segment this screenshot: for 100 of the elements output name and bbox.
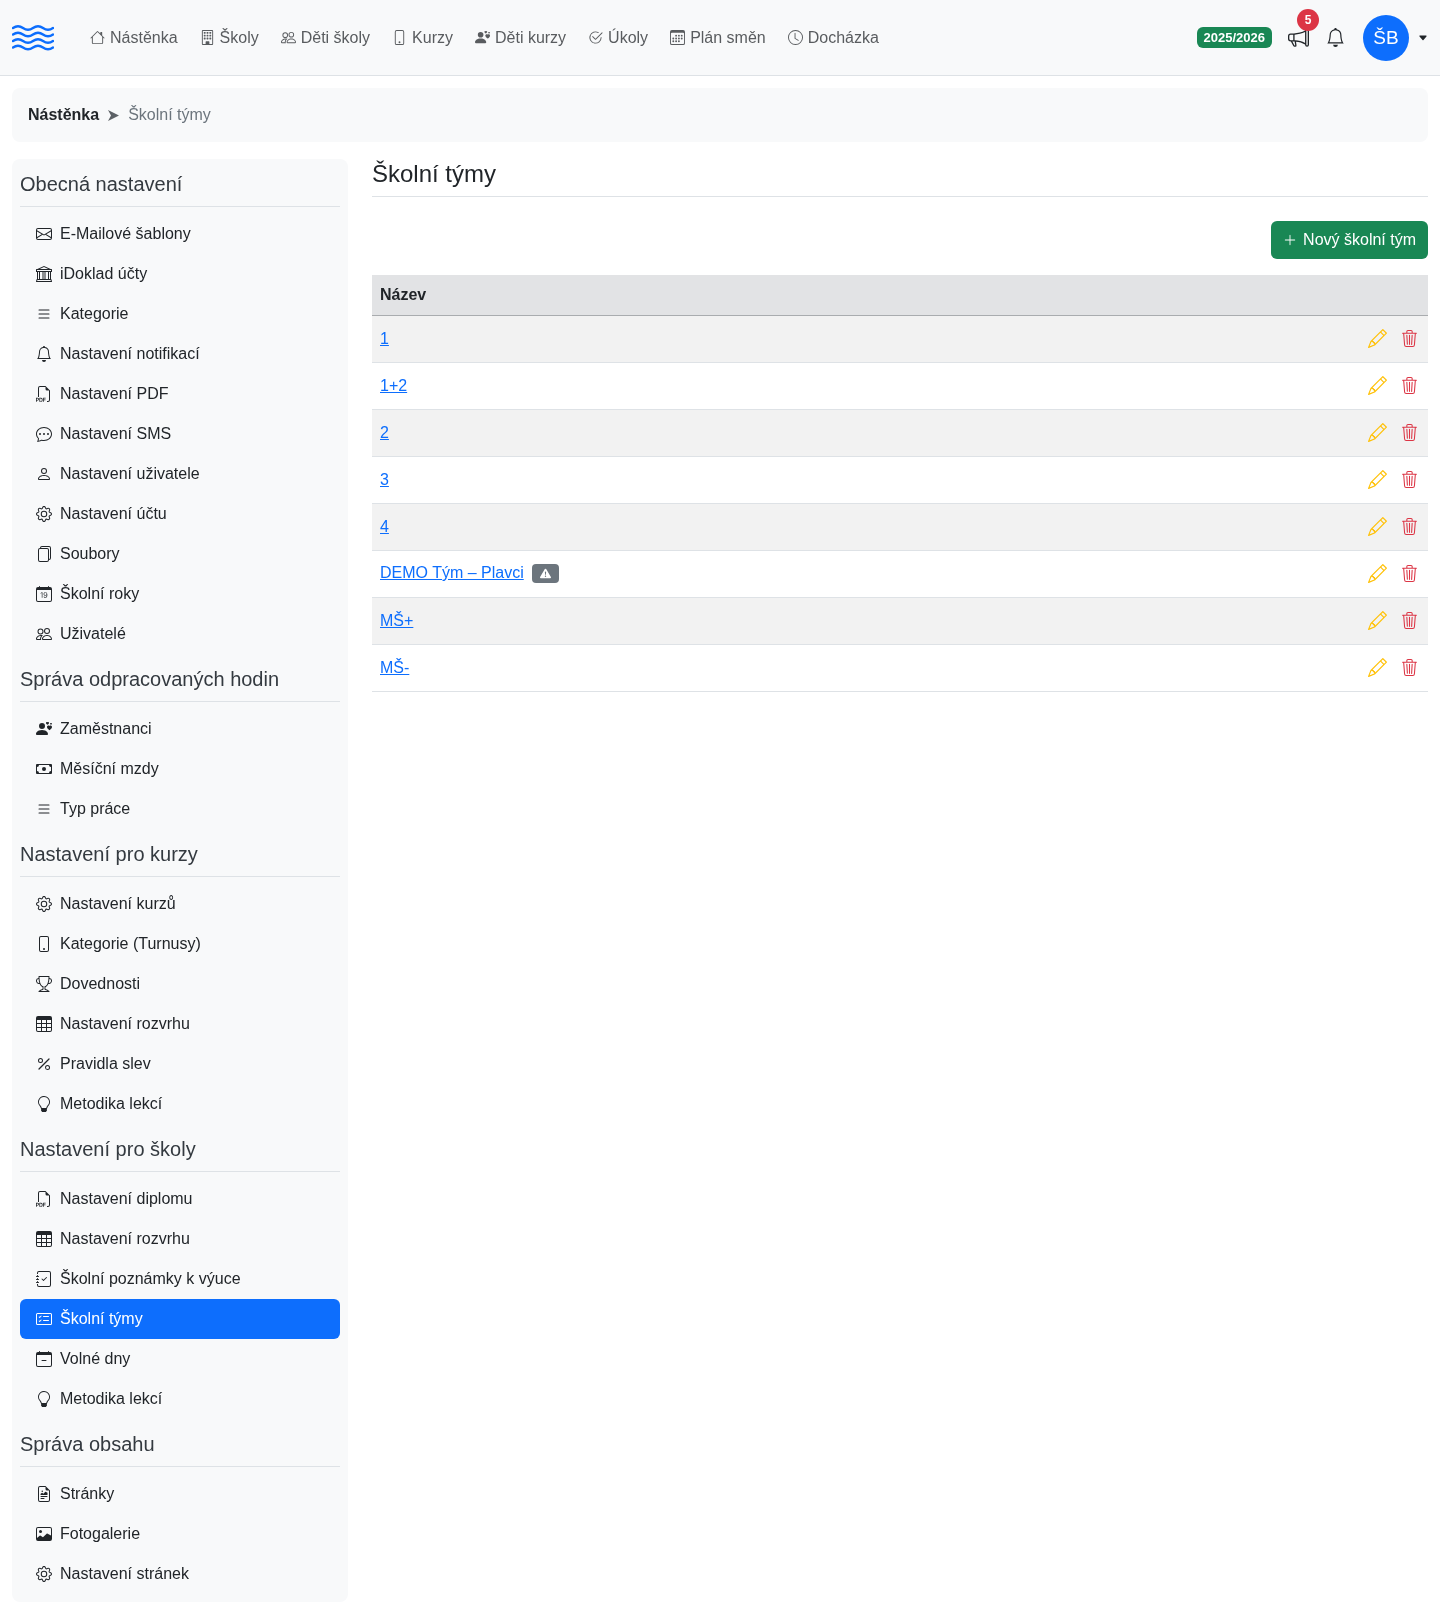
bell-icon [36, 346, 52, 362]
gear-icon [36, 896, 52, 912]
breadcrumb-link[interactable]: Nástěnka [28, 106, 100, 124]
people-icon [280, 30, 296, 45]
team-link[interactable]: 3 [380, 470, 389, 488]
sidebar-item[interactable]: Metodika lekcí [20, 1379, 340, 1419]
people-icon [36, 626, 52, 642]
sidebar-item[interactable]: Stránky [20, 1474, 340, 1514]
checklist-icon [36, 1311, 52, 1327]
delete-button[interactable] [1401, 471, 1418, 489]
sidebar-item[interactable]: Soubory [20, 534, 340, 574]
section-heading: Správa obsahu [20, 1432, 340, 1467]
team-link[interactable]: 1+2 [380, 376, 408, 394]
team-link[interactable]: 4 [380, 517, 389, 535]
envelope-icon [36, 226, 52, 242]
sidebar-item[interactable]: Školní roky [20, 574, 340, 614]
team-link[interactable]: DEMO Tým – Plavci [380, 563, 524, 581]
pencil-icon [1368, 470, 1387, 490]
team-link[interactable]: 1 [380, 329, 389, 347]
section-heading: Obecná nastavení [20, 172, 340, 207]
pencil-icon [1368, 517, 1387, 537]
trash-icon [1401, 377, 1418, 395]
sidebar-item[interactable]: Měsíční mzdy [20, 749, 340, 789]
nav-link[interactable]: Nástěnka [90, 27, 178, 48]
cash-icon [36, 761, 52, 777]
delete-button[interactable] [1401, 424, 1418, 442]
lightbulb-icon [36, 1391, 52, 1407]
house-icon [90, 30, 105, 45]
sidebar-item[interactable]: Nastavení účtu [20, 494, 340, 534]
sidebar-item[interactable]: Metodika lekcí [20, 1084, 340, 1124]
sidebar-item[interactable]: Fotogalerie [20, 1514, 340, 1554]
gear-icon [36, 506, 52, 522]
sidebar-item[interactable]: Typ práce [20, 789, 340, 829]
nav-link[interactable]: Děti kurzy [475, 27, 567, 48]
sidebar-item[interactable]: Nastavení rozvrhu [20, 1219, 340, 1259]
phone-icon [36, 936, 52, 952]
sidebar-item[interactable]: Zaměstnanci [20, 709, 340, 749]
table-icon [36, 1231, 52, 1247]
person-icon [36, 466, 52, 482]
trash-icon [1401, 612, 1418, 630]
team-link[interactable]: MŠ- [380, 658, 410, 676]
sidebar-item[interactable]: Nastavení SMS [20, 414, 340, 454]
sidebar-item[interactable]: Nastavení rozvrhu [20, 1004, 340, 1044]
lightbulb-icon [36, 1096, 52, 1112]
trash-icon [1401, 518, 1418, 536]
sidebar-item[interactable]: Volné dny [20, 1339, 340, 1379]
pencil-icon [1368, 658, 1387, 678]
column-header: Název [372, 275, 1428, 315]
delete-button[interactable] [1401, 612, 1418, 630]
nav-link[interactable]: Docházka [787, 27, 879, 48]
breadcrumb-current: Školní týmy [128, 106, 211, 124]
delete-button[interactable] [1401, 565, 1418, 583]
percent-icon [36, 1056, 52, 1072]
new-team-button[interactable]: Nový školní tým [1271, 221, 1428, 259]
gear-icon [36, 1566, 52, 1582]
team-link[interactable]: 2 [380, 423, 389, 441]
bell-icon[interactable] [1326, 28, 1345, 47]
nav-link[interactable]: Kurzy [392, 27, 453, 48]
sidebar-item[interactable]: Nastavení stránek [20, 1554, 340, 1594]
table-icon [36, 1016, 52, 1032]
sidebar-item[interactable]: Nastavení notifikací [20, 334, 340, 374]
user-avatar[interactable]: ŠB [1363, 14, 1409, 61]
trash-icon [1401, 424, 1418, 442]
pencil-icon [1368, 611, 1387, 631]
sidebar-item[interactable]: Nastavení PDF [20, 374, 340, 414]
sidebar-item[interactable]: iDoklad účty [20, 254, 340, 294]
sidebar-item[interactable]: Uživatelé [20, 614, 340, 654]
delete-button[interactable] [1401, 377, 1418, 395]
sidebar-item[interactable]: Kategorie [20, 294, 340, 334]
nav-link[interactable]: Plán směn [670, 27, 766, 48]
school-year-badge: 2025/2026 [1196, 27, 1272, 48]
trash-icon [1401, 565, 1418, 583]
sidebar-item[interactable]: Školní týmy [20, 1299, 340, 1339]
nav-link[interactable]: Děti školy [280, 27, 371, 48]
sidebar-item[interactable]: Dovednosti [20, 964, 340, 1004]
bank-icon [36, 266, 52, 282]
delete-button[interactable] [1401, 659, 1418, 677]
sidebar-item[interactable]: Kategorie (Turnusy) [20, 924, 340, 964]
wave-logo[interactable] [12, 24, 54, 51]
team-link[interactable]: MŠ+ [380, 611, 414, 629]
sidebar-item[interactable]: Školní poznámky k výuce [20, 1259, 340, 1299]
image-icon [36, 1526, 52, 1542]
sidebar-item[interactable]: Nastavení kurzů [20, 884, 340, 924]
calendar-icon [670, 30, 686, 45]
pencil-icon [1368, 423, 1387, 443]
delete-button[interactable] [1401, 518, 1418, 536]
building-icon [199, 30, 215, 45]
sidebar-item[interactable]: Nastavení uživatele [20, 454, 340, 494]
delete-button[interactable] [1401, 330, 1418, 348]
page-title: Školní týmy [372, 159, 1428, 197]
calendar-minus-icon [36, 1351, 52, 1367]
sidebar-item[interactable]: E-Mailové šablony [20, 214, 340, 254]
section-heading: Správa odpracovaných hodin [20, 667, 340, 702]
sidebar-item[interactable]: Nastavení diplomu [20, 1179, 340, 1219]
nav-link[interactable]: Školy [199, 27, 259, 48]
arrow-icon [108, 109, 120, 121]
nav-link[interactable]: Úkoly [588, 27, 649, 48]
sidebar-item[interactable]: Pravidla slev [20, 1044, 340, 1084]
trophy-icon [36, 976, 52, 992]
pencil-icon [1368, 376, 1387, 396]
